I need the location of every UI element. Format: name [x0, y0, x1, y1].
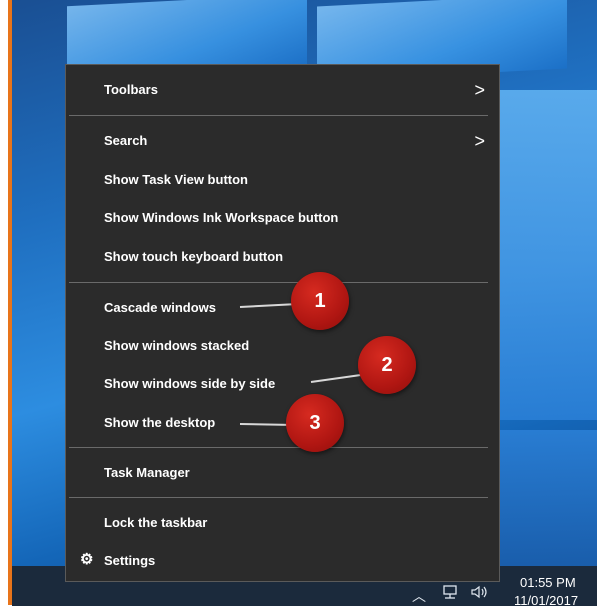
- menu-separator: [69, 497, 488, 498]
- menu-item-label: Search: [104, 133, 148, 148]
- callout-badge-3: 3: [286, 394, 344, 452]
- menu-item-label: Settings: [104, 553, 156, 568]
- wallpaper-pane: [492, 90, 597, 420]
- gear-icon: ⚙: [80, 551, 94, 568]
- menu-item-label: Lock the taskbar: [104, 515, 208, 530]
- menu-item-show-ink-workspace[interactable]: Show Windows Ink Workspace button: [66, 203, 499, 233]
- menu-item-label: Show windows side by side: [104, 376, 276, 391]
- menu-item-settings[interactable]: ⚙ Settings: [66, 546, 499, 576]
- volume-icon[interactable]: [470, 584, 490, 603]
- clock-date[interactable]: 11/01/2017: [514, 593, 578, 608]
- menu-item-lock-taskbar[interactable]: Lock the taskbar: [66, 508, 499, 538]
- menu-item-label: Show the desktop: [104, 415, 216, 430]
- callout-badge-1: 1: [291, 272, 349, 330]
- menu-item-search[interactable]: Search >: [66, 126, 499, 156]
- menu-separator: [69, 282, 488, 283]
- wallpaper-pane: [492, 430, 597, 570]
- menu-item-label: Toolbars: [104, 82, 158, 97]
- menu-separator: [69, 115, 488, 116]
- menu-item-show-task-view[interactable]: Show Task View button: [66, 165, 499, 195]
- menu-item-windows-stacked[interactable]: Show windows stacked: [66, 331, 499, 361]
- menu-item-toolbars[interactable]: Toolbars >: [66, 75, 499, 105]
- chevron-up-icon[interactable]: ︿: [412, 586, 426, 606]
- menu-separator: [69, 447, 488, 448]
- taskbar-context-menu: Toolbars > Search > Show Task View butto…: [65, 64, 500, 582]
- menu-item-windows-side-by-side[interactable]: Show windows side by side: [66, 369, 499, 399]
- menu-item-task-manager[interactable]: Task Manager: [66, 458, 499, 488]
- menu-item-show-touch-keyboard[interactable]: Show touch keyboard button: [66, 242, 499, 272]
- menu-item-label: Show windows stacked: [104, 338, 250, 353]
- clock-time[interactable]: 01:55 PM: [520, 575, 576, 590]
- menu-item-label: Cascade windows: [104, 300, 216, 315]
- chevron-right-icon: >: [474, 80, 485, 100]
- network-icon[interactable]: [441, 584, 459, 603]
- menu-item-cascade-windows[interactable]: Cascade windows: [66, 293, 499, 323]
- menu-item-label: Show Windows Ink Workspace button: [104, 210, 339, 225]
- menu-item-label: Show touch keyboard button: [104, 249, 284, 264]
- callout-badge-2: 2: [358, 336, 416, 394]
- chevron-right-icon: >: [474, 131, 485, 151]
- menu-item-label: Task Manager: [104, 465, 190, 480]
- menu-item-label: Show Task View button: [104, 172, 248, 187]
